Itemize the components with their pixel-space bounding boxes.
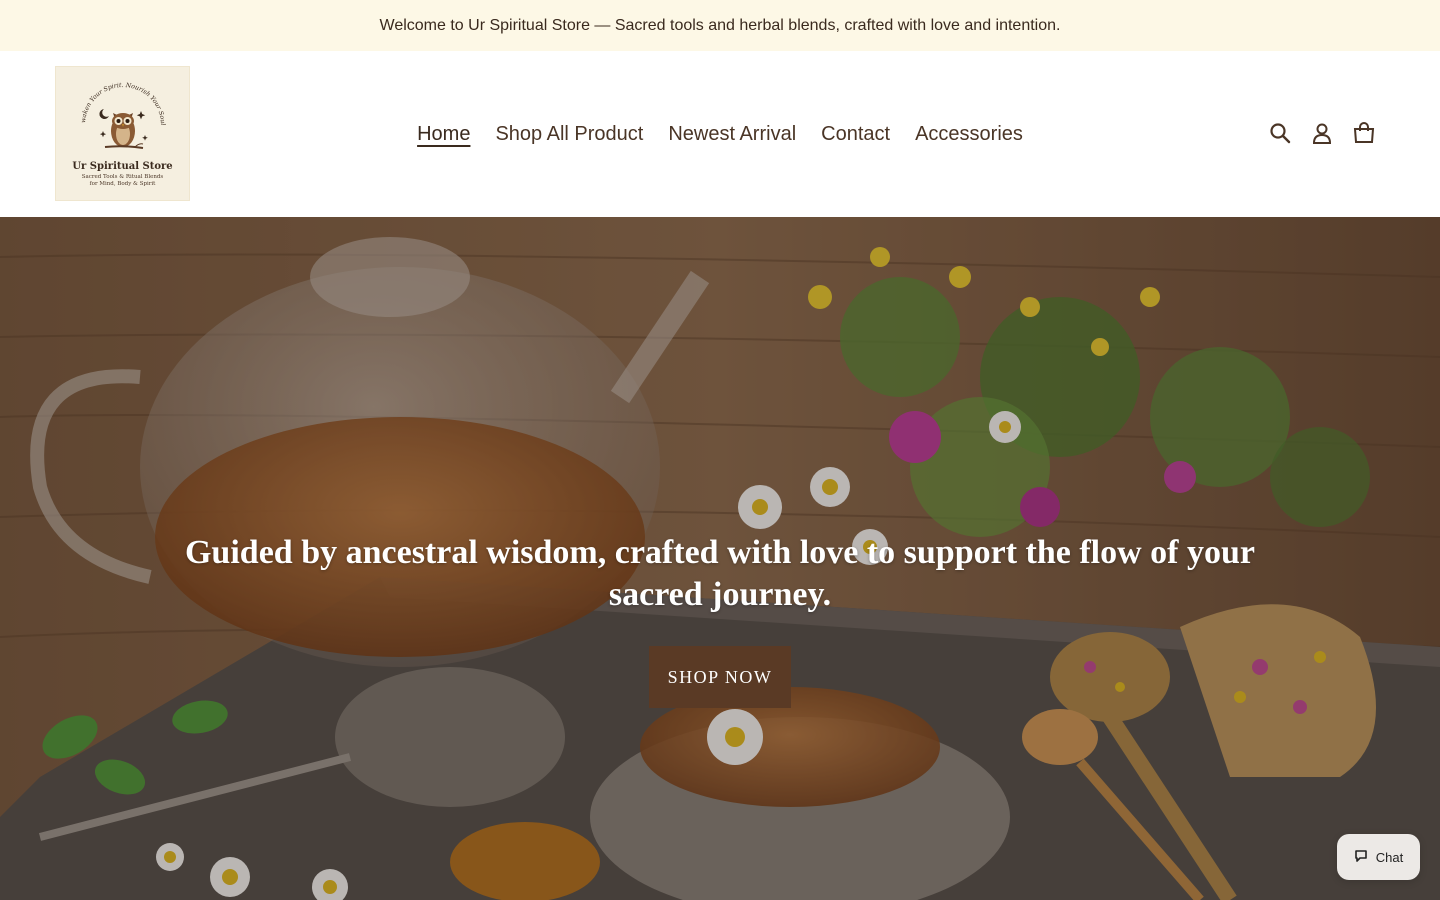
announcement-text: Welcome to Ur Spiritual Store — Sacred t… xyxy=(379,16,1061,34)
announcement-bar: Welcome to Ur Spiritual Store — Sacred t… xyxy=(0,0,1440,51)
nav-item-newest-arrival[interactable]: Newest Arrival xyxy=(656,123,809,146)
logo-store-name: Ur Spiritual Store xyxy=(72,161,173,173)
hero-heading: Guided by ancestral wisdom, crafted with… xyxy=(184,534,1256,613)
nav-item-shop-all-product[interactable]: Shop All Product xyxy=(483,123,656,146)
logo-tagline-line2: for Mind, Body & Spirit xyxy=(89,181,156,187)
logo-tagline: Sacred Tools & Ritual Blends for Mind, B… xyxy=(82,174,164,188)
header-icons xyxy=(1268,121,1376,145)
logo-tagline-line1: Sacred Tools & Ritual Blends xyxy=(81,174,164,181)
hero-banner: Guided by ancestral wisdom, crafted with… xyxy=(0,217,1440,900)
chat-bubble-icon xyxy=(1354,849,1368,866)
search-icon[interactable] xyxy=(1268,121,1292,145)
cart-icon[interactable] xyxy=(1352,121,1376,145)
nav-item-home[interactable]: Home xyxy=(405,123,483,146)
account-icon[interactable] xyxy=(1310,121,1334,145)
store-logo[interactable]: Awaken Your Spirit. Nourish Your Soul. U… xyxy=(55,66,190,201)
main-nav: Home Shop All Product Newest Arrival Con… xyxy=(0,51,1440,217)
chat-label: Chat xyxy=(1375,849,1404,865)
site-header: Awaken Your Spirit. Nourish Your Soul. U… xyxy=(0,51,1440,217)
owl-emblem-icon: Awaken Your Spirit. Nourish Your Soul. xyxy=(75,79,166,150)
nav-item-contact[interactable]: Contact xyxy=(809,123,903,146)
chat-button[interactable]: Chat xyxy=(1337,834,1420,880)
shop-now-button[interactable]: SHOP NOW xyxy=(649,646,791,708)
nav-item-accessories[interactable]: Accessories xyxy=(903,123,1036,146)
